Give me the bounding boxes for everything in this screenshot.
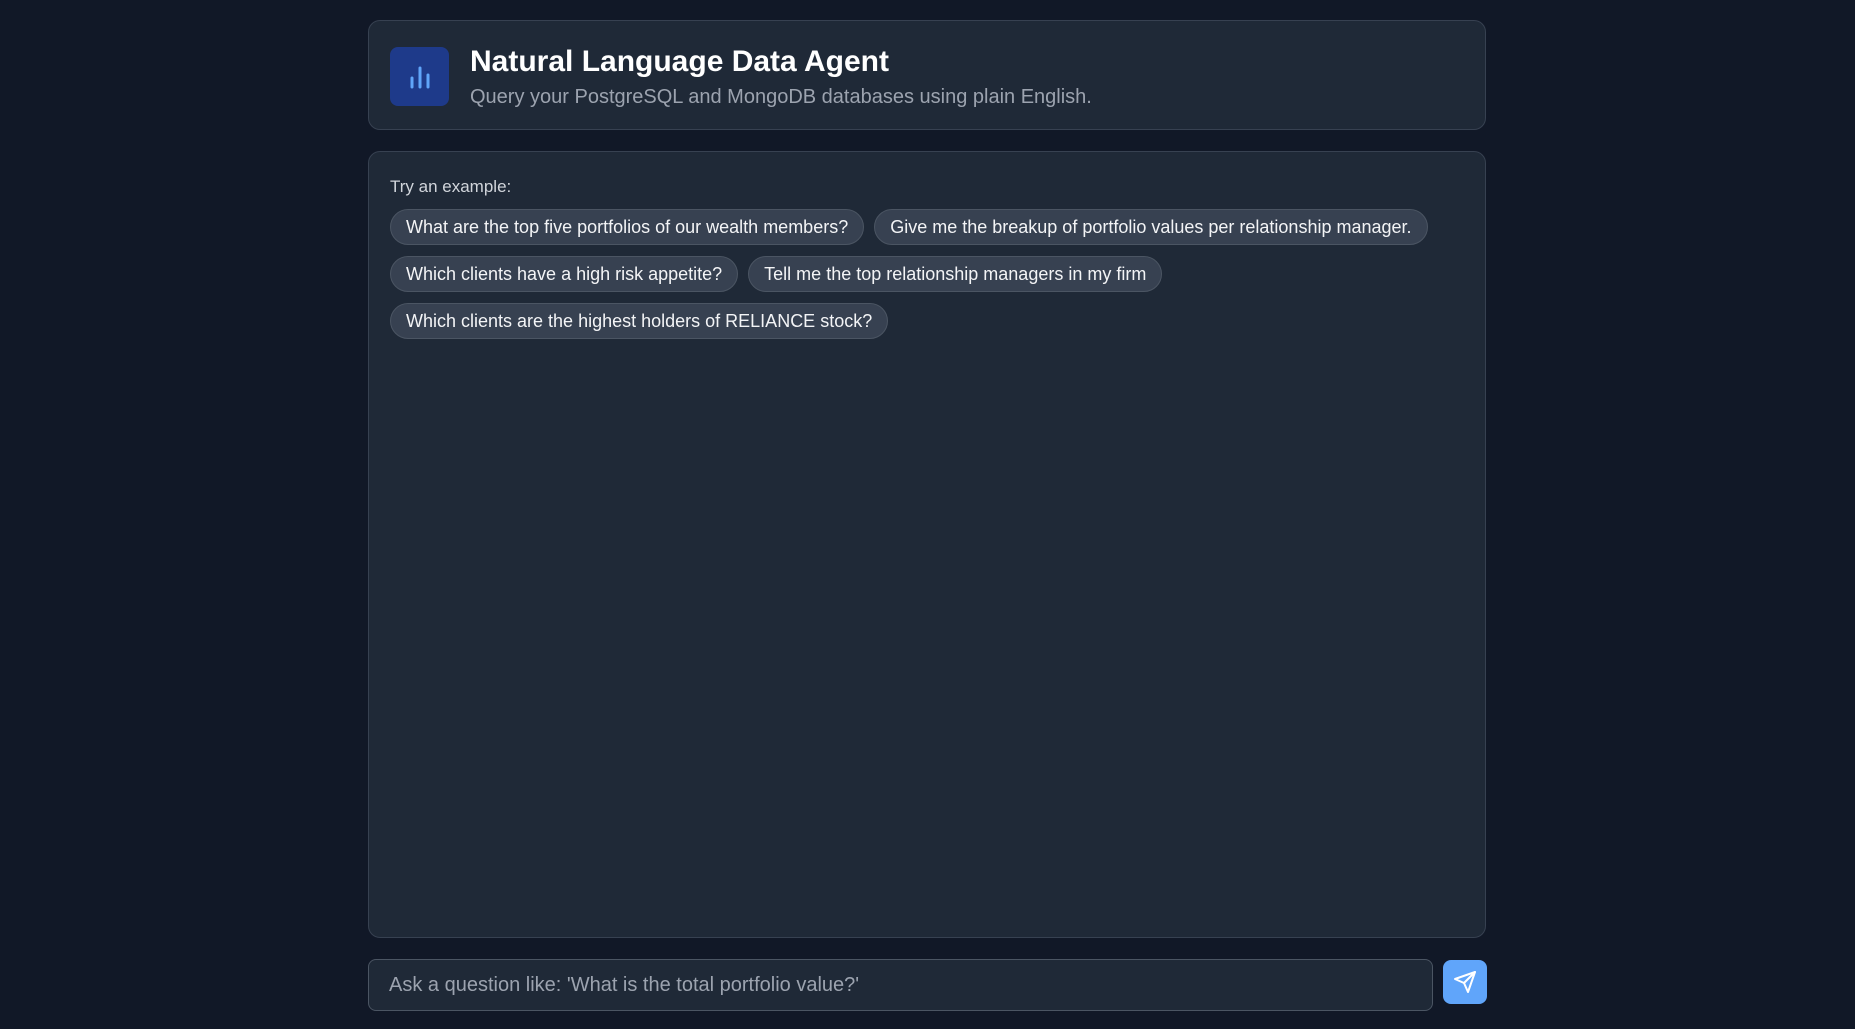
app-header: Natural Language Data Agent Query your P… bbox=[368, 20, 1486, 130]
input-row bbox=[368, 959, 1487, 1011]
app-container: Natural Language Data Agent Query your P… bbox=[368, 20, 1488, 1011]
chat-panel: Try an example: What are the top five po… bbox=[368, 151, 1486, 938]
example-chip-reliance-holders[interactable]: Which clients are the highest holders of… bbox=[390, 303, 889, 339]
send-icon bbox=[1454, 971, 1476, 993]
bar-chart-icon bbox=[410, 66, 429, 88]
example-chip-high-risk-clients[interactable]: Which clients have a high risk appetite? bbox=[390, 256, 739, 292]
example-chip-top-relationship-managers[interactable]: Tell me the top relationship managers in… bbox=[748, 256, 1163, 292]
page-title: Natural Language Data Agent bbox=[470, 45, 889, 78]
examples-label: Try an example: bbox=[390, 177, 512, 196]
example-chip-top-portfolios[interactable]: What are the top five portfolios of our … bbox=[390, 209, 865, 245]
send-button[interactable] bbox=[1443, 960, 1487, 1004]
example-chips: What are the top five portfolios of our … bbox=[390, 209, 1450, 339]
app-logo bbox=[390, 47, 449, 106]
example-chip-portfolio-breakup[interactable]: Give me the breakup of portfolio values … bbox=[874, 209, 1428, 245]
question-input[interactable] bbox=[368, 959, 1433, 1011]
page-subtitle: Query your PostgreSQL and MongoDB databa… bbox=[470, 86, 1092, 108]
